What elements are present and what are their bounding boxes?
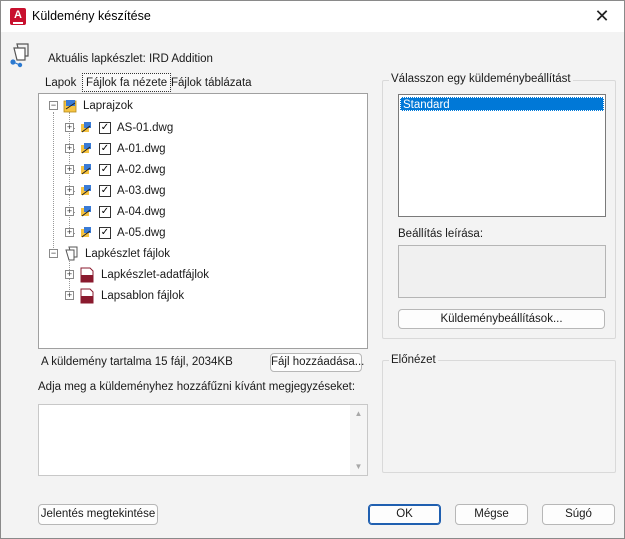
dwg-file-icon (81, 143, 91, 154)
cancel-button-label: Mégse (474, 508, 509, 520)
tree-node-label: A-04.dwg (117, 206, 166, 218)
tab-files-table-label: Fájlok táblázata (171, 77, 252, 89)
preview-group (382, 360, 616, 473)
setup-list-item-standard[interactable]: Standard (400, 97, 604, 111)
expand-icon[interactable]: + (65, 123, 74, 132)
expand-icon[interactable]: + (65, 228, 74, 237)
title-bar: A Küldemény készítése ✕ (1, 1, 624, 32)
add-file-button[interactable]: Fájl hozzáadása... (270, 353, 365, 372)
dwg-file-icon (81, 227, 91, 238)
expand-icon[interactable]: + (65, 270, 74, 279)
include-checkbox[interactable]: ✓ (99, 143, 111, 155)
transmittal-setups-button-label: Küldeménybeállítások... (440, 313, 563, 325)
transmittal-summary: A küldemény tartalma 15 fájl, 2034KB (41, 356, 233, 368)
current-sheet-set-label: Aktuális lapkészlet: IRD Addition (48, 53, 213, 65)
files-tree-view[interactable]: − Laprajzok + ✓ AS-01.dwg + ✓ A-01.dwg +… (38, 93, 368, 349)
setup-list-item-label: Standard (403, 99, 450, 111)
dst-file-icon (80, 267, 94, 283)
cancel-button[interactable]: Mégse (455, 504, 528, 525)
tree-node-drawing[interactable]: + ✓ A-01.dwg (63, 139, 343, 159)
tree-node-label: Lapsablon fájlok (101, 290, 185, 302)
setup-group-label: Válasszon egy küldeménybeállítást (389, 73, 573, 85)
dwg-file-icon (81, 185, 91, 196)
tab-sheets[interactable]: Lapok (42, 74, 79, 94)
help-button-label: Súgó (565, 508, 592, 520)
include-checkbox[interactable]: ✓ (99, 122, 111, 134)
scroll-up-icon[interactable]: ▲ (353, 408, 364, 419)
include-checkbox[interactable]: ✓ (99, 206, 111, 218)
tree-node-label: Laprajzok (83, 100, 133, 112)
add-file-button-label: Fájl hozzáadása... (271, 356, 365, 368)
expand-icon[interactable]: + (65, 207, 74, 216)
transmittal-setups-button[interactable]: Küldeménybeállítások... (398, 309, 605, 329)
include-checkbox[interactable]: ✓ (99, 227, 111, 239)
expand-icon[interactable]: + (65, 165, 74, 174)
tree-node-label: A-05.dwg (117, 227, 166, 239)
tree-node-drawing[interactable]: + ✓ A-05.dwg (63, 223, 343, 243)
tree-node-label: Lapkészlet fájlok (85, 248, 171, 260)
drawings-folder-icon (63, 100, 77, 113)
close-button[interactable]: ✕ (580, 1, 624, 32)
tree-node-sheet-set-data[interactable]: + Lapkészlet-adatfájlok (63, 265, 343, 285)
notes-textarea[interactable]: ▲ ▼ (38, 404, 368, 476)
tree-node-label: Lapkészlet-adatfájlok (101, 269, 210, 281)
collapse-icon[interactable]: − (49, 101, 58, 110)
collapse-icon[interactable]: − (49, 249, 58, 258)
tree-node-label: A-01.dwg (117, 143, 166, 155)
expand-icon[interactable]: + (65, 291, 74, 300)
tree-node-drawing[interactable]: + ✓ AS-01.dwg (63, 118, 343, 138)
include-checkbox[interactable]: ✓ (99, 164, 111, 176)
tree-node-sheet-templates[interactable]: + Lapsablon fájlok (63, 286, 343, 306)
tree-node-label: A-02.dwg (117, 164, 166, 176)
view-report-button-label: Jelentés megtekintése (40, 508, 156, 520)
dwg-file-icon (81, 164, 91, 175)
tree-node-drawing[interactable]: + ✓ A-02.dwg (63, 160, 343, 180)
expand-icon[interactable]: + (65, 186, 74, 195)
notes-scrollbar[interactable]: ▲ ▼ (350, 405, 367, 475)
view-report-button[interactable]: Jelentés megtekintése (38, 504, 158, 525)
notes-label: Adja meg a küldeményhez hozzáfűzni kíván… (38, 381, 356, 393)
transmittal-dialog: A Küldemény készítése ✕ Aktuális lapkész… (0, 0, 625, 539)
setup-description-box (398, 245, 606, 298)
preview-group-label: Előnézet (389, 354, 438, 366)
sheetset-file-icon (65, 246, 78, 261)
tree-node-drawing[interactable]: + ✓ A-03.dwg (63, 181, 343, 201)
include-checkbox[interactable]: ✓ (99, 185, 111, 197)
close-icon: ✕ (594, 6, 610, 26)
dwt-file-icon (80, 288, 94, 304)
scroll-down-icon[interactable]: ▼ (353, 461, 364, 472)
tree-node-drawing[interactable]: + ✓ A-04.dwg (63, 202, 343, 222)
window-title: Küldemény készítése (32, 9, 151, 23)
tab-files-tree-label: Fájlok fa nézete (86, 77, 168, 89)
tab-sheets-label: Lapok (45, 77, 77, 89)
tab-files-table[interactable]: Fájlok táblázata (168, 74, 255, 94)
setup-description-label: Beállítás leírása: (398, 228, 484, 240)
app-icon-letter: A (14, 9, 22, 21)
ok-button[interactable]: OK (368, 504, 441, 525)
tab-files-tree[interactable]: Fájlok fa nézete (82, 73, 172, 92)
help-button[interactable]: Súgó (542, 504, 615, 525)
sheet-set-icon (10, 43, 29, 68)
ok-button-label: OK (396, 508, 413, 520)
dwg-file-icon (81, 122, 91, 133)
tree-node-drawings[interactable]: − Laprajzok (47, 96, 347, 116)
expand-icon[interactable]: + (65, 144, 74, 153)
transmittal-setup-list[interactable]: Standard (398, 94, 606, 217)
dwg-file-icon (81, 206, 91, 217)
tree-node-label: AS-01.dwg (117, 122, 174, 134)
autocad-icon: A (10, 8, 26, 25)
tree-node-sheet-set-files[interactable]: − Lapkészlet fájlok (47, 244, 347, 264)
tree-node-label: A-03.dwg (117, 185, 166, 197)
